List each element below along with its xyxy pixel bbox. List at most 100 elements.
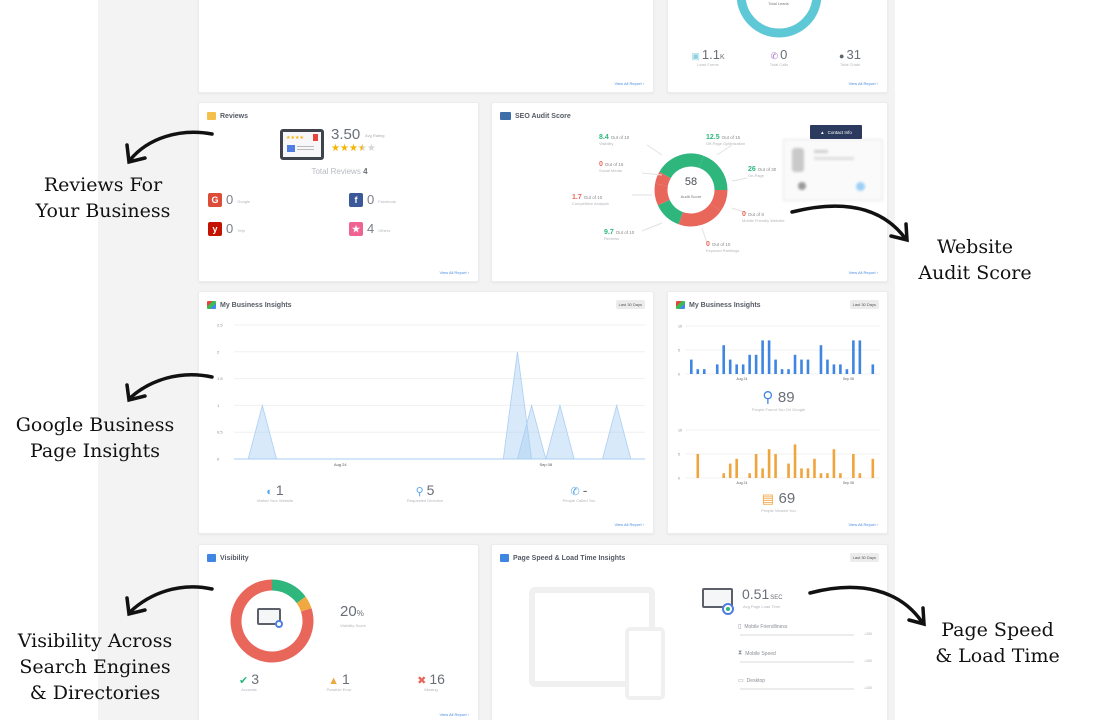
date-range-button[interactable]: Last 30 Days [615, 300, 645, 309]
seo-item-score: 0 Out of 15 [599, 161, 623, 168]
seo-leader-line [641, 222, 663, 232]
chat-icon: ● [839, 51, 845, 61]
x-tick-label: Aug 24 [736, 481, 747, 485]
view-all-report-link[interactable]: View All Report › [849, 81, 879, 86]
seo-donut-segment [655, 171, 671, 187]
review-source-others: ★ 4 Others [349, 221, 390, 236]
seo-item-max: Out of 15 [721, 135, 741, 140]
view-all-report-link[interactable]: View All Report › [440, 712, 470, 717]
leads-stat-label: Total Chats [839, 62, 860, 67]
visibility-stat-label: Possible Error [326, 687, 352, 692]
visibility-stat: ✖ 16 Missing [396, 671, 466, 692]
contact-name-placeholder [814, 150, 828, 153]
phone-mockup [625, 627, 665, 700]
leads-donut-label: Total Leads [768, 1, 789, 6]
bar [761, 340, 764, 374]
visibility-card: Visibility 20% Visibility Score ✔ 3 Accura… [198, 544, 479, 720]
stat-number: 0 [780, 47, 788, 62]
review-source-name: Google [237, 199, 251, 204]
visibility-title: Visibility [207, 554, 249, 562]
searches-bar-chart: 0 5 10 Aug 24 Sep 08 [678, 325, 880, 381]
bar [722, 345, 726, 374]
bar [871, 458, 875, 478]
insights-stat-value: ⚲ 5 [385, 482, 465, 498]
bar [696, 454, 700, 478]
bar [728, 359, 732, 374]
x-tick-label: Aug 24 [334, 462, 347, 467]
y-tick-label: 0 [217, 457, 220, 462]
bar [826, 473, 829, 478]
seo-donut-segment [659, 153, 704, 179]
seo-leader-line [731, 177, 748, 182]
review-source-google: G 0 Google [208, 192, 250, 207]
stat-number: 16 [429, 671, 445, 687]
bar [800, 468, 803, 478]
leads-stat: ● 31 Total Chats [820, 47, 880, 67]
insights-title: My Business Insights [207, 301, 292, 309]
leads-stat-label: Total Calls [769, 62, 789, 67]
bar [735, 458, 738, 478]
review-source-count: 4 [367, 221, 375, 236]
yelp-icon: y [208, 221, 222, 236]
seo-item-score: 9.7 Out of 10 [604, 229, 634, 236]
avg-rating-value: 3.50 [331, 126, 361, 143]
marketing-screenshot: View All Report › Total Leads ▣ 1.1K Lead … [0, 0, 1100, 720]
seo-item-score: 0 Out of 10 [706, 241, 739, 248]
view-all-report-link[interactable]: View All Report › [615, 81, 645, 86]
bar [761, 468, 764, 478]
leads-stat-value: ▣ 1.1K [678, 47, 738, 62]
seo-item-value: 8.4 [599, 134, 609, 141]
seo-item: 8.4 Out of 10 Visibility [599, 134, 629, 146]
view-all-report-link[interactable]: View All Report › [849, 522, 879, 527]
bar [806, 468, 810, 478]
rating-stars: ★★★★★ [331, 143, 376, 154]
speed-metric-label: ⧗ Mobile Speed [738, 650, 776, 657]
y-tick-label: 1.5 [217, 376, 223, 381]
bar [774, 454, 777, 478]
annotation-visibility: Visibility Across Search Engines & Direc… [17, 630, 173, 704]
phone-icon: ✆ [770, 51, 779, 61]
view-all-report-link[interactable]: View All Report › [615, 522, 645, 527]
seo-item-score: 8.4 Out of 10 [599, 134, 629, 141]
bar [793, 444, 797, 478]
seo-item: 26 Out of 30 On-Page [748, 166, 776, 178]
desktop-icon: ▭ [738, 678, 744, 684]
review-source-facebook: f 0 Facebook [349, 192, 396, 207]
speed-metric-value: -/100 [864, 659, 872, 663]
contact-dot-blue [856, 182, 865, 191]
seo-item-max: Out of 8 [747, 212, 764, 217]
date-range-button[interactable]: Last 30 Days [849, 300, 879, 309]
view-all-report-link[interactable]: View All Report › [849, 270, 879, 275]
annotation-reviews: Reviews For Your Business [35, 174, 171, 222]
x-tick-label: Sep 08 [843, 377, 854, 381]
google-my-business-icon [676, 301, 685, 309]
phone-icon: ✆ [570, 486, 580, 498]
visibility-score-label: Visibility Score [340, 623, 366, 628]
others-star-icon: ★ [349, 221, 363, 236]
date-range-button[interactable]: Last 30 Days [849, 553, 879, 562]
y-tick-label: 5 [678, 349, 680, 353]
bar [767, 449, 771, 478]
seo-item: 12.5 Out of 15 Off-Page Optimization [706, 134, 745, 146]
bar [832, 364, 836, 374]
stat-number: 3 [251, 671, 259, 687]
insights-stat: ✆ - People Called You [539, 482, 619, 503]
speed-metric-name: Desktop [746, 677, 766, 684]
leads-stat-label: Lead Forms [697, 62, 719, 67]
seo-item-label: Competitive Analysis [572, 201, 609, 206]
speed-metric-label: ▯ Mobile Friendliness [738, 623, 787, 631]
insights-area-chart: 0 0.5 1 1.5 2 2.5 Aug 24 Sep 08 [217, 323, 645, 467]
seo-item: 1.7 Out of 10 Competitive Analysis [572, 194, 609, 206]
star-icon: ★ [348, 143, 358, 154]
seo-item-value: 0 [742, 211, 746, 218]
seo-item-max: Out of 10 [583, 195, 603, 200]
speed-folder-icon [500, 554, 509, 562]
view-all-report-link[interactable]: View All Report › [440, 270, 470, 275]
seo-item-score: 1.7 Out of 10 [572, 194, 609, 201]
contact-info-button[interactable]: ▲ Contact Info [810, 125, 862, 139]
total-reviews: Total Reviews 4 [311, 167, 368, 176]
hourglass-icon: ⧗ [738, 650, 743, 656]
contact-dot-gray [798, 182, 806, 190]
leads-stat: ▣ 1.1K Lead Forms [678, 47, 738, 67]
review-source-count: 0 [226, 192, 234, 207]
